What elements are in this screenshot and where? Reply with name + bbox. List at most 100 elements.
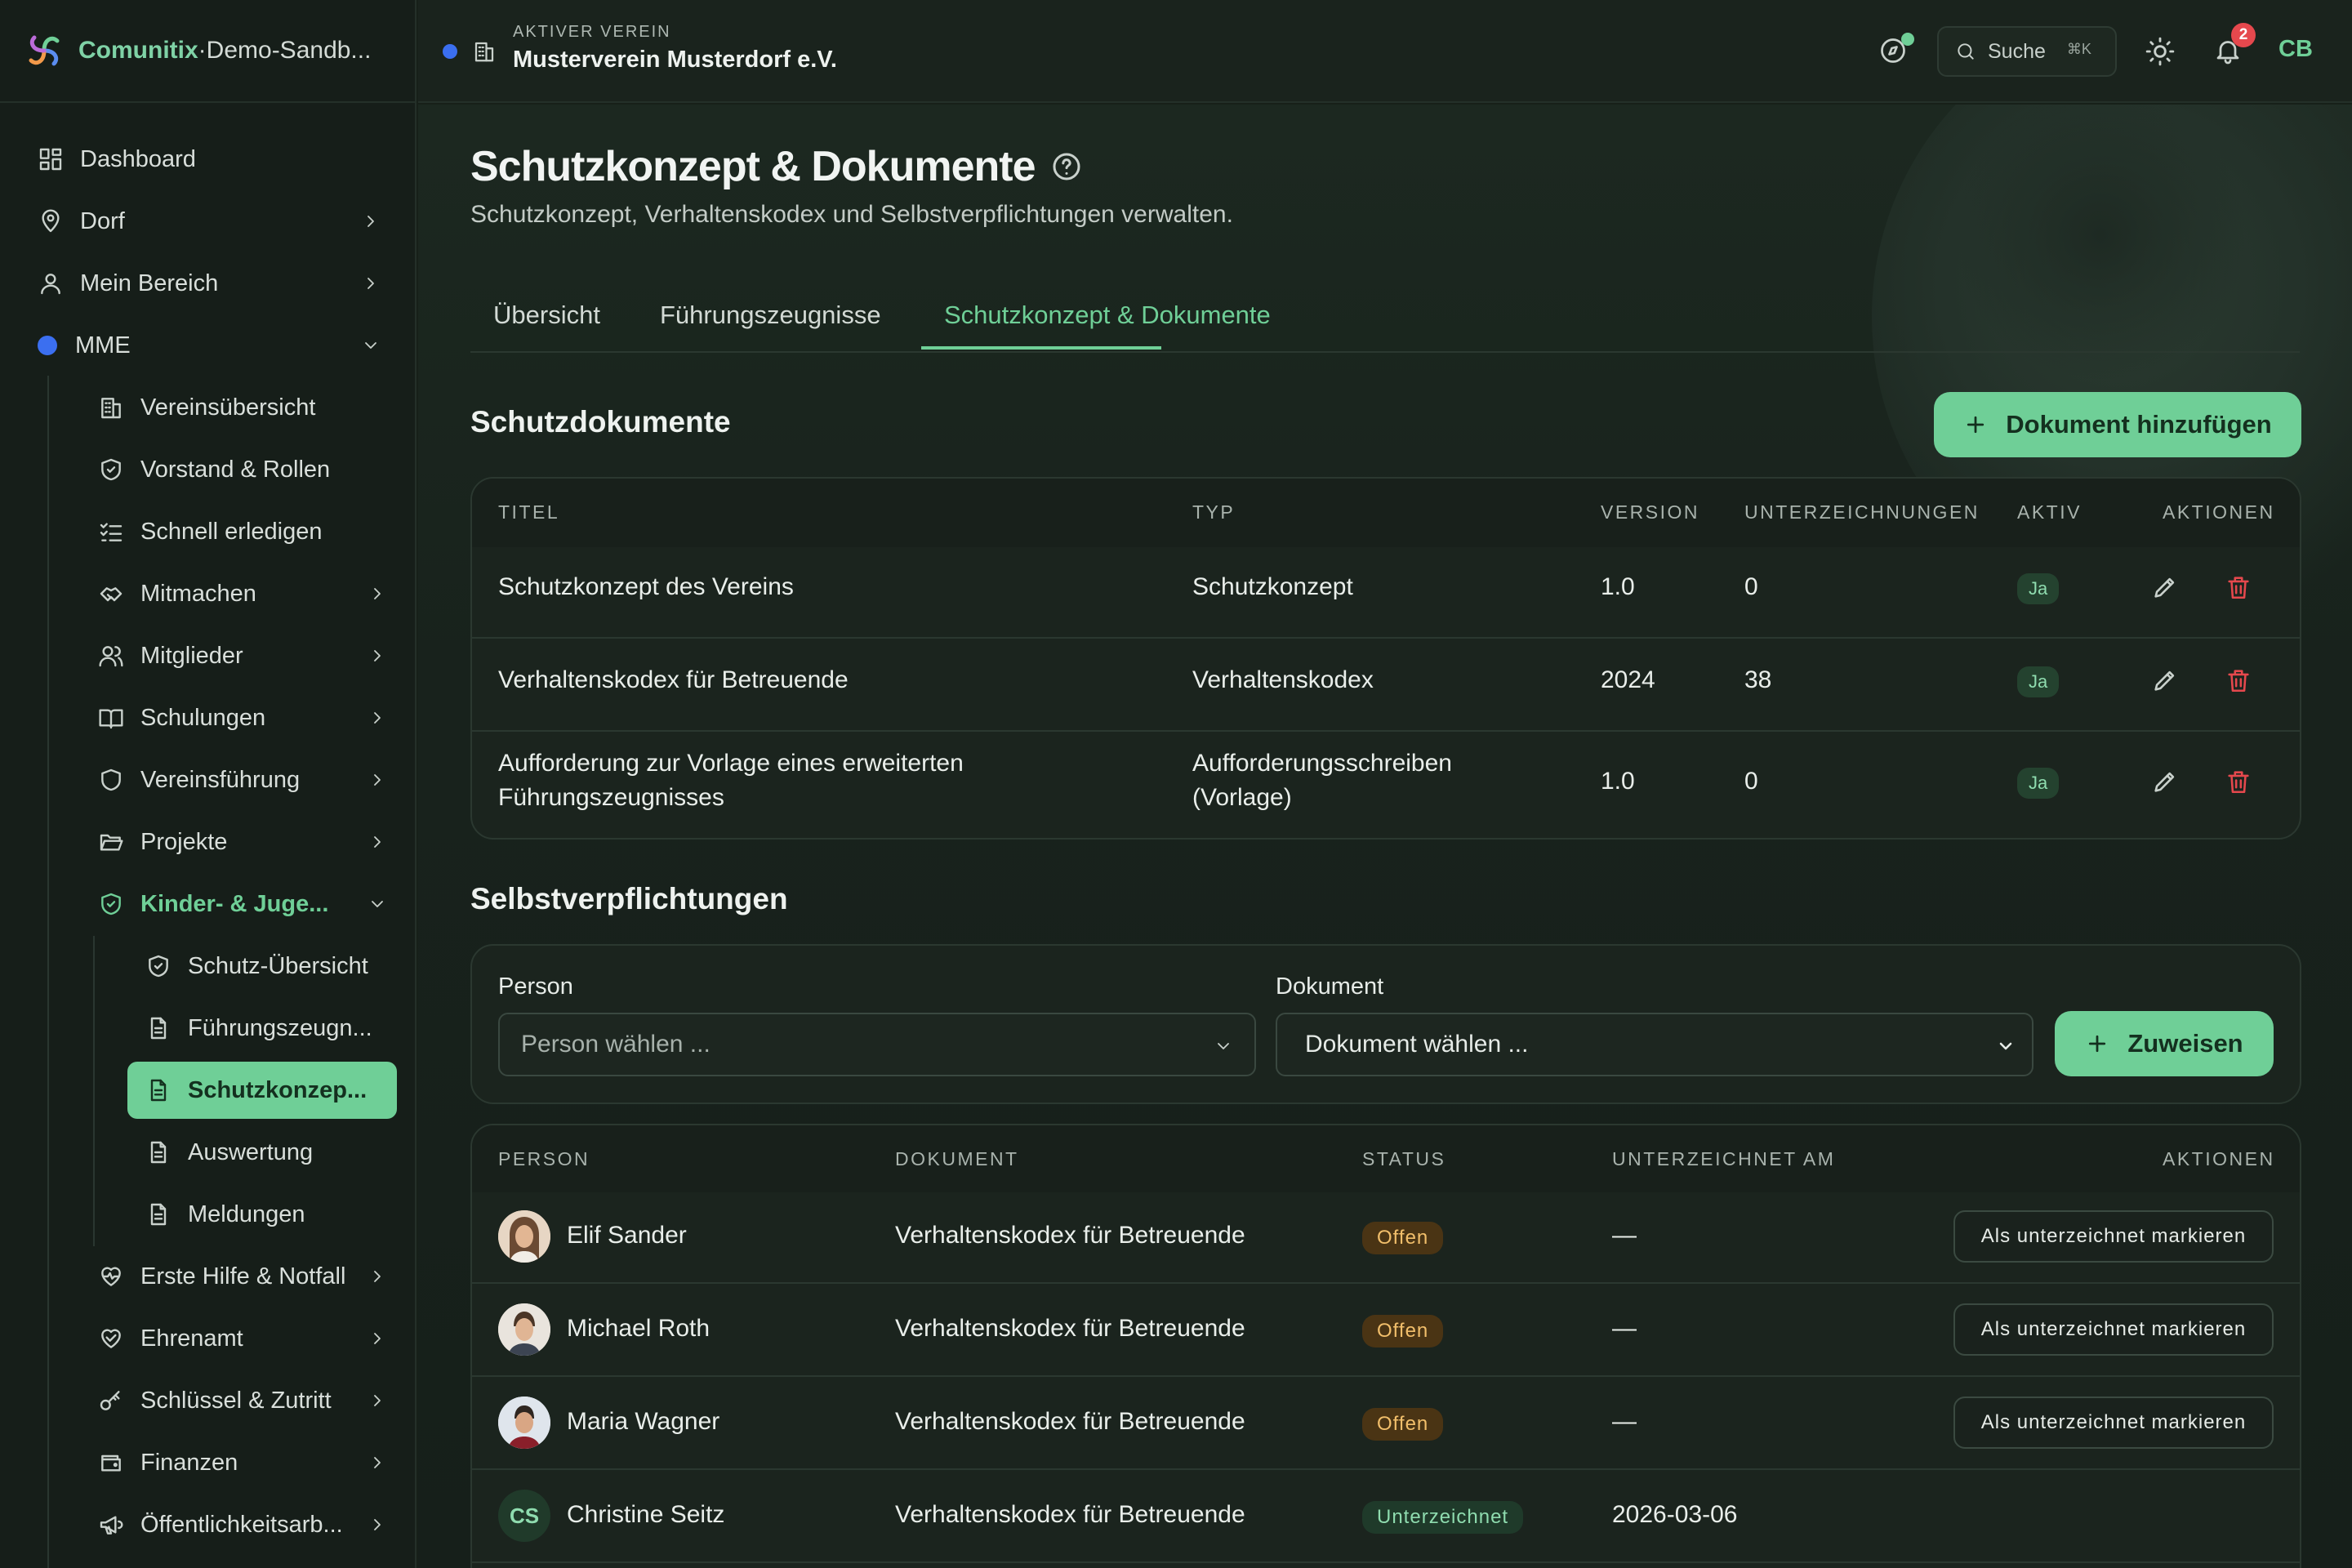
chevron-down-icon [365,342,376,349]
active-badge: Ja [2017,666,2060,697]
sidebar-item-schluessel-zutritt[interactable]: Schlüssel & Zutritt [98,1372,387,1429]
brand-name: Comunitix [78,37,198,64]
sidebar-item-vereinsuebersicht[interactable]: Vereinsübersicht [98,379,315,436]
chevron-down-icon [1218,1043,1229,1049]
document-placeholder: Dokument wählen ... [1305,1031,1529,1058]
mark-signed-button[interactable]: Als unterzeichnet markieren [1953,1303,2274,1356]
add-document-label: Dokument hinzufügen [2006,410,2272,439]
mark-signed-button[interactable]: Als unterzeichnet markieren [1953,1210,2274,1263]
megaphone-icon [100,1516,123,1535]
avatar [498,1396,550,1449]
sidebar-item-vereinsfuehrung[interactable]: Vereinsführung [98,751,387,808]
sidebar-item-dorf[interactable]: Dorf [38,193,381,250]
sidebar-item-mitmachen[interactable]: Mitmachen [98,565,387,622]
document-select[interactable]: Dokument wählen ... [1276,1013,2034,1076]
document-signatures: 0 [1744,768,1758,795]
sidebar-item-kinder-jugendschutz[interactable]: Kinder- & Juge... [98,875,387,933]
mark-signed-button[interactable]: Als unterzeichnet markieren [1953,1396,2274,1449]
pencil-icon[interactable] [2151,768,2179,795]
sidebar-item-label: Vereinsübersicht [140,394,316,421]
sidebar-item-projekte[interactable]: Projekte [98,813,387,871]
trash-icon[interactable] [2225,573,2252,601]
row-divider [472,730,2300,732]
column-header-person: PERSON [498,1148,590,1169]
sidebar-item-auswertung[interactable]: Auswertung [145,1124,313,1181]
building-icon [101,398,121,419]
signed-at: — [1612,1315,1637,1342]
chevron-right-icon [374,1457,381,1468]
sidebar-item-mme[interactable]: MME [38,317,381,374]
users-icon [99,646,123,667]
document-title-line1: Aufforderung zur Vorlage eines erweitert… [498,750,964,777]
theme-toggle-button[interactable] [2145,36,2176,67]
sidebar-item-label: Mitglieder [140,642,243,669]
chevron-right-icon [374,650,381,662]
sidebar-item-finanzen[interactable]: Finanzen [98,1434,387,1491]
sidebar-item-label: Schutzkonzep... [188,1076,368,1103]
document-version: 1.0 [1601,573,1635,600]
person-select[interactable]: Person wählen ... [498,1013,1256,1076]
active-badge: Ja [2017,768,2060,799]
sidebar-item-oeffentlichkeitsarbeit[interactable]: Öffentlichkeitsarb... [98,1496,387,1553]
column-header-aktionen: AKTIONEN [2163,501,2275,523]
sidebar-item-vorstand-rollen[interactable]: Vorstand & Rollen [98,441,330,498]
commitment-document: Verhaltenskodex für Betreuende [895,1222,1245,1249]
trash-icon[interactable] [2225,666,2252,694]
status-badge: Unterzeichnet [1362,1501,1524,1534]
pencil-icon[interactable] [2151,573,2179,601]
sidebar-item-mein-bereich[interactable]: Mein Bereich [38,255,381,312]
sidebar-item-ehrenamt[interactable]: Ehrenamt [98,1310,387,1367]
row-divider [472,1282,2300,1284]
user-avatar[interactable]: CB [2278,36,2313,63]
commitments-table: PERSON DOKUMENT STATUS UNTERZEICHNET AM … [470,1124,2301,1568]
sidebar-item-label: Auswertung [188,1138,314,1165]
handshake-icon [100,587,122,602]
sidebar: Comunitix · Demo-Sandb... Dashboard Dorf… [0,0,416,1568]
sidebar-item-schutz-uebersicht[interactable]: Schutz-Übersicht [145,938,368,995]
sidebar-item-dashboard[interactable]: Dashboard [38,131,196,188]
compass-button[interactable] [1878,33,1914,69]
search-label: Suche [1988,39,2046,63]
user-icon [41,274,60,295]
dashboard-icon [39,148,62,171]
status-badge: Offen [1362,1222,1444,1254]
plus-icon [2089,1035,2106,1053]
person-photo-icon [498,1210,550,1263]
commitment-document: Verhaltenskodex für Betreuende [895,1501,1245,1528]
org-dot-icon [38,336,57,355]
avatar-initials: CS [498,1490,550,1542]
tab-fuehrungszeugnisse[interactable]: Führungszeugnisse [660,301,881,330]
org-switcher[interactable]: AKTIVER VEREIN Musterverein Musterdorf e… [513,23,837,74]
file-text-icon [150,1017,167,1040]
sidebar-item-schnell-erledigen[interactable]: Schnell erledigen [98,503,322,560]
brand[interactable]: Comunitix · Demo-Sandb... [0,0,415,103]
assign-form: Person Person wählen ... Dokument Dokume… [470,944,2301,1104]
tab-schutzkonzept-dokumente[interactable]: Schutzkonzept & Dokumente [944,301,1271,330]
tab-uebersicht[interactable]: Übersicht [493,301,600,330]
sidebar-item-mitglieder[interactable]: Mitglieder [98,627,387,684]
sidebar-item-label: Schutz-Übersicht [188,952,368,979]
add-document-button[interactable]: Dokument hinzufügen [1934,392,2301,457]
help-circle-icon[interactable] [1050,150,1083,183]
sidebar-item-label: Öffentlichkeitsarb... [140,1511,343,1538]
active-tab-indicator [921,346,1161,350]
document-version: 1.0 [1601,768,1635,795]
sidebar-item-schutzkonzept-active[interactable]: Schutzkonzep... [127,1062,397,1119]
search-icon [1958,43,1974,60]
search-button[interactable]: Suche ⌘K [1937,26,2117,77]
notifications-button[interactable]: 2 [2213,23,2256,69]
sidebar-item-label: MME [75,332,131,359]
chevron-right-icon [368,278,374,289]
page-subtitle: Schutzkonzept, Verhaltenskodex und Selbs… [470,201,1233,228]
assign-label: Zuweisen [2127,1029,2243,1058]
sidebar-item-fuehrungszeugnisse[interactable]: Führungszeugn... [145,1000,372,1057]
sidebar-item-erste-hilfe[interactable]: Erste Hilfe & Notfall [98,1248,387,1305]
sidebar-item-schulungen[interactable]: Schulungen [98,689,387,746]
page-title: Schutzkonzept & Dokumente [470,142,1083,191]
trash-icon[interactable] [2225,768,2252,795]
column-header-version: VERSION [1601,501,1700,523]
assign-button[interactable]: Zuweisen [2055,1011,2274,1076]
sidebar-item-meldungen[interactable]: Meldungen [145,1186,305,1243]
pencil-icon[interactable] [2151,666,2179,694]
column-header-titel: TITEL [498,501,560,523]
